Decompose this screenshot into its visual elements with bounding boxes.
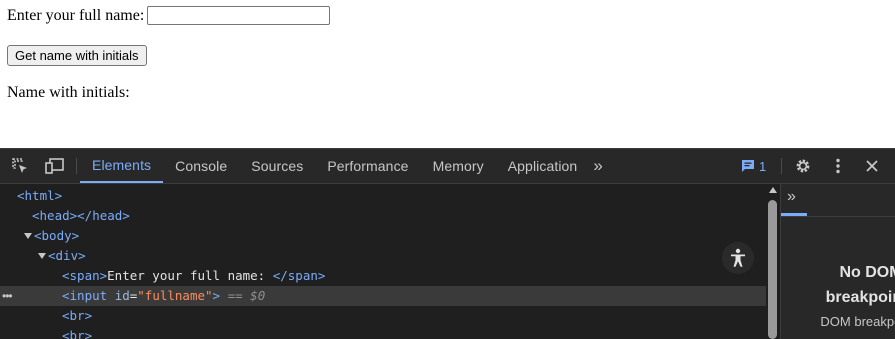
expand-triangle-icon[interactable] — [38, 252, 46, 259]
dom-node-br[interactable]: <br> — [0, 326, 766, 339]
dom-node-div[interactable]: <div> — [0, 246, 766, 266]
dom-tag: </span> — [272, 268, 326, 283]
more-options-icon[interactable] — [830, 149, 846, 183]
more-tabs-chevron-icon[interactable]: » — [589, 149, 615, 183]
devtools-tabs: Elements Console Sources Performance Mem… — [80, 149, 615, 183]
dom-tag: <span> — [62, 268, 108, 283]
page-viewport: Enter your full name: Get name with init… — [0, 0, 895, 148]
close-devtools-icon[interactable] — [862, 149, 882, 183]
dom-tag: <div> — [48, 248, 86, 263]
tab-console[interactable]: Console — [163, 149, 239, 183]
dom-tag: <br> — [62, 308, 93, 323]
toolbar-divider — [76, 158, 77, 174]
dom-tree: <html> <head></head> <body> <div> <span>… — [0, 184, 766, 339]
node-actions-ellipsis-icon[interactable]: ••• — [2, 286, 13, 306]
sidebar-more-tabs-chevron-icon[interactable]: » — [787, 188, 796, 206]
issues-count: 1 — [759, 158, 767, 174]
dom-tag: > — [212, 288, 221, 303]
dom-tag: <input — [62, 288, 115, 303]
sidebar-tabbar: » — [781, 184, 895, 217]
settings-gear-icon[interactable] — [792, 149, 814, 183]
issues-counter[interactable]: 1 — [741, 149, 766, 183]
device-toolbar-icon[interactable] — [42, 149, 68, 183]
devtools-panel: Elements Console Sources Performance Mem… — [0, 148, 895, 339]
devtools-tabbar: Elements Console Sources Performance Mem… — [0, 149, 895, 184]
dom-tag: <br> — [62, 328, 93, 339]
sidebar-empty-title: No DOM breakpoints — [801, 260, 895, 310]
tab-elements[interactable]: Elements — [80, 149, 164, 183]
tab-memory[interactable]: Memory — [421, 149, 496, 183]
dom-attr-name: id — [114, 288, 130, 303]
sidebar-title-line: No DOM — [839, 264, 895, 281]
sidebar-pane: » No DOM breakpoints DOM breakpoints — [780, 184, 895, 339]
dom-node-html[interactable]: <html> — [0, 186, 766, 206]
dom-node-span[interactable]: <span>Enter your full name: </span> — [0, 266, 766, 286]
dom-node-body[interactable]: <body> — [0, 226, 766, 246]
inspect-element-icon[interactable] — [8, 149, 32, 183]
tab-performance[interactable]: Performance — [315, 149, 420, 183]
get-initials-button[interactable]: Get name with initials — [7, 45, 147, 66]
dom-tag: <html> — [17, 188, 63, 203]
sidebar-title-line: breakpoints — [825, 289, 895, 306]
scroll-up-arrow-icon[interactable] — [769, 187, 777, 193]
expand-triangle-icon[interactable] — [24, 232, 32, 239]
sidebar-empty-subtitle: DOM breakpoints — [820, 314, 895, 329]
sidebar-active-tab-indicator — [781, 213, 807, 216]
issues-icon — [742, 160, 754, 172]
selected-node-marker: == $0 — [220, 288, 266, 303]
dom-attr-value: "fullname" — [137, 288, 213, 303]
tab-sources[interactable]: Sources — [239, 149, 315, 183]
name-label: Enter your full name: — [7, 6, 145, 24]
dom-node-input-selected[interactable]: ••• <input id="fullname"> == $0 — [0, 286, 766, 306]
dom-scrollbar[interactable] — [766, 184, 780, 339]
dom-text: Enter your full name: — [107, 268, 273, 283]
result-label: Name with initials: — [7, 84, 130, 101]
toolbar-divider-right — [781, 158, 782, 174]
dom-node-head[interactable]: <head></head> — [0, 206, 766, 226]
dom-tag: <body> — [34, 228, 80, 243]
tab-application[interactable]: Application — [496, 149, 590, 183]
dom-node-br[interactable]: <br> — [0, 306, 766, 326]
accessibility-tree-toggle-icon[interactable] — [722, 242, 754, 274]
dom-tag: <head></head> — [32, 208, 130, 223]
fullname-input[interactable] — [147, 6, 331, 25]
scroll-thumb[interactable] — [768, 200, 777, 339]
name-row: Enter your full name: — [7, 6, 331, 25]
